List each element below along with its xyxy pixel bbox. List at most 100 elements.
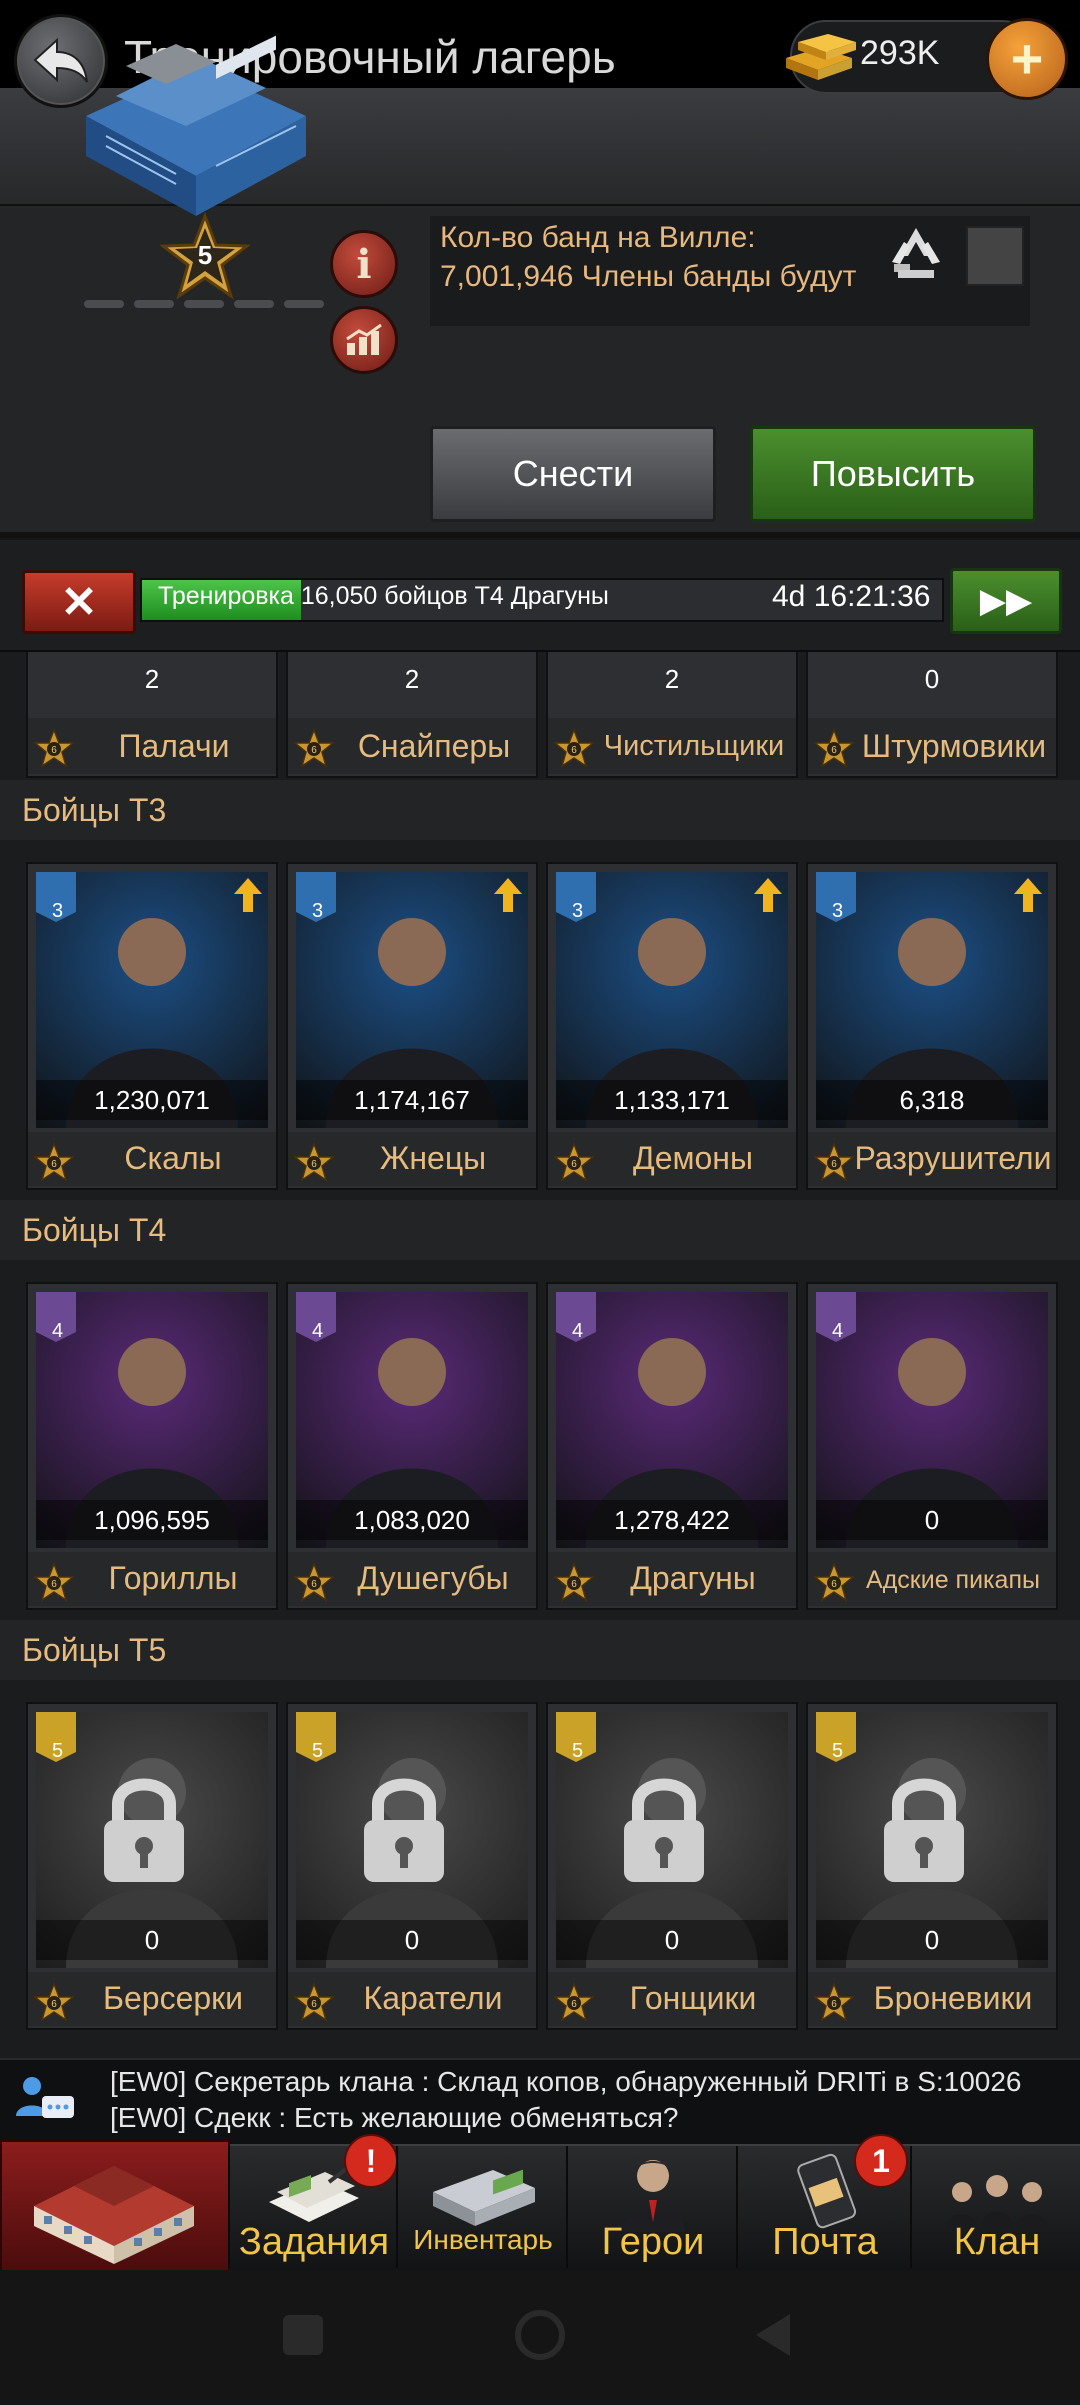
carousel-dot: [234, 300, 274, 308]
svg-text:6: 6: [831, 1999, 837, 2010]
tier-number: 3: [832, 900, 844, 922]
troop-count: 2: [404, 664, 420, 694]
troop-name-row: 6 Броневики: [808, 1972, 1056, 2026]
nav-inventory-label: Инвентарь: [413, 2224, 553, 2255]
troop-name: Разрушители: [854, 1140, 1052, 1176]
tier-number: 4: [832, 1320, 844, 1342]
troop-list[interactable]: 2 6 Палачи 2 6 Снайперы 2 6 Чистильщики 0 6 Штурмов…: [0, 652, 1080, 2058]
svg-text:6: 6: [831, 745, 837, 756]
troop-card[interactable]: 2 6 Снайперы: [286, 652, 538, 778]
troop-card[interactable]: 5 0 6 Каратели: [286, 1702, 538, 2030]
troop-card[interactable]: 5 0 6 Броневики: [806, 1702, 1058, 2030]
rank-star-icon: 6: [294, 1982, 334, 2022]
tier-section-header: Бойцы Т5: [0, 1620, 1080, 1680]
svg-text:6: 6: [51, 1159, 57, 1170]
troop-card[interactable]: 2 6 Чистильщики: [546, 652, 798, 778]
troop-name-row: 6 Адские пикапы: [808, 1552, 1056, 1606]
tier-section-header: Бойцы Т3: [0, 780, 1080, 840]
troop-card[interactable]: 4 0 6 Адские пикапы: [806, 1282, 1058, 1610]
carousel-dot: [184, 300, 224, 308]
demolish-button[interactable]: Снести: [430, 426, 716, 522]
upgrade-arrow-icon: [234, 878, 262, 912]
troop-card[interactable]: 4 1,083,020 6 Душегубы: [286, 1282, 538, 1610]
rank-star-icon: 6: [554, 1982, 594, 2022]
chat-message: [EW0] Секретарь клана : Склад копов, обн…: [110, 2066, 1022, 2097]
tasks-alert-badge: !: [344, 2134, 398, 2188]
upgrade-button[interactable]: Повысить: [750, 426, 1036, 522]
troop-card[interactable]: 3 6,318 6 Разрушители: [806, 862, 1058, 1190]
cancel-training-button[interactable]: ✕: [22, 570, 136, 634]
nav-clan-button[interactable]: Клан: [910, 2146, 1080, 2268]
chat-people-icon[interactable]: [12, 2072, 76, 2128]
troop-name: Адские пикапы: [866, 1566, 1040, 1594]
troop-name-row: 6 Палачи: [28, 718, 276, 774]
add-gold-button[interactable]: +: [986, 18, 1068, 100]
troop-name: Демоны: [633, 1140, 753, 1176]
troop-card[interactable]: 4 1,096,595 6 Гориллы: [26, 1282, 278, 1610]
system-nav-icons: [283, 2310, 790, 2360]
svg-text:6: 6: [571, 745, 577, 756]
troop-card[interactable]: 3 1,174,167 6 Жнецы: [286, 862, 538, 1190]
troop-card[interactable]: 4 1,278,422 6 Драгуны: [546, 1282, 798, 1610]
troop-name: Гонщики: [629, 1980, 757, 2016]
troop-count: 1,083,020: [296, 1500, 528, 1540]
speed-up-button[interactable]: ▶▶: [950, 568, 1062, 634]
rank-star-icon: 6: [554, 728, 594, 768]
lock-icon: [104, 1778, 184, 1882]
troop-card[interactable]: 0 6 Штурмовики: [806, 652, 1058, 778]
mail-phone-icon: [797, 2153, 857, 2229]
nav-inventory-button[interactable]: Инвентарь: [396, 2146, 568, 2268]
rank-star-icon: 6: [814, 1982, 854, 2022]
nav-clan-label: Клан: [953, 2221, 1041, 2263]
troop-card[interactable]: 2 6 Палачи: [26, 652, 278, 778]
troop-count: 0: [816, 1500, 1048, 1540]
tier-number: 3: [52, 900, 64, 922]
troop-name-row: 6 Драгуны: [548, 1552, 796, 1606]
troop-card[interactable]: 5 0 6 Берсерки: [26, 1702, 278, 2030]
tier-number: 3: [312, 900, 324, 922]
troop-count: 0: [924, 664, 940, 694]
training-progress-text: Тренировка 16,050 бойцов Т4 Драгуны: [158, 582, 609, 610]
briefcase-icon: [433, 2169, 535, 2226]
rank-star-icon: 6: [294, 728, 334, 768]
troop-card[interactable]: 3 1,133,171 6 Демоны: [546, 862, 798, 1190]
svg-text:6: 6: [51, 1999, 57, 2010]
nav-heroes-button[interactable]: Герои: [566, 2146, 738, 2268]
rank-star-icon: 6: [294, 1142, 334, 1182]
carousel-dot: [84, 300, 124, 308]
troop-name-row: 6 Демоны: [548, 1132, 796, 1186]
system-navigation-bar: [0, 2270, 1080, 2400]
nav-tasks-label: Задания: [238, 2221, 390, 2263]
recycle-icon[interactable]: [884, 222, 948, 286]
training-center-building-image: [86, 35, 306, 216]
troop-name-row: 6 Гонщики: [548, 1972, 796, 2026]
stats-button[interactable]: [330, 306, 398, 374]
nav-home-button[interactable]: [0, 2140, 230, 2274]
info-button[interactable]: i: [330, 230, 398, 298]
rank-star-icon: 6: [554, 1562, 594, 1602]
svg-text:6: 6: [51, 745, 57, 756]
troop-name: Жнецы: [379, 1140, 487, 1176]
troop-count: 0: [296, 1920, 528, 1960]
tier-section-title: Бойцы Т3: [22, 792, 167, 828]
troop-count: 1,133,171: [556, 1080, 788, 1120]
lock-icon: [884, 1778, 964, 1882]
svg-text:6: 6: [571, 1159, 577, 1170]
upgrade-arrow-icon: [1014, 878, 1042, 912]
troop-card[interactable]: 5 0 6 Гонщики: [546, 1702, 798, 2030]
troop-count: 0: [36, 1920, 268, 1960]
svg-text:6: 6: [311, 1579, 317, 1590]
lock-icon: [364, 1778, 444, 1882]
troop-name-row: 6 Каратели: [288, 1972, 536, 2026]
nav-heroes-label: Герои: [601, 2221, 705, 2263]
tier-number: 5: [52, 1740, 64, 1762]
carousel-dot: [134, 300, 174, 308]
training-timer: 4d 16:21:36: [772, 580, 931, 613]
troop-card[interactable]: 3 1,230,071 6 Скалы: [26, 862, 278, 1190]
mansion-icon: [34, 2166, 194, 2264]
agent-avatar-icon[interactable]: [966, 226, 1024, 286]
troop-name: Берсерки: [102, 1980, 244, 2016]
hero-portrait-icon: [621, 2160, 685, 2232]
tier-number: 3: [572, 900, 584, 922]
svg-text:6: 6: [311, 745, 317, 756]
